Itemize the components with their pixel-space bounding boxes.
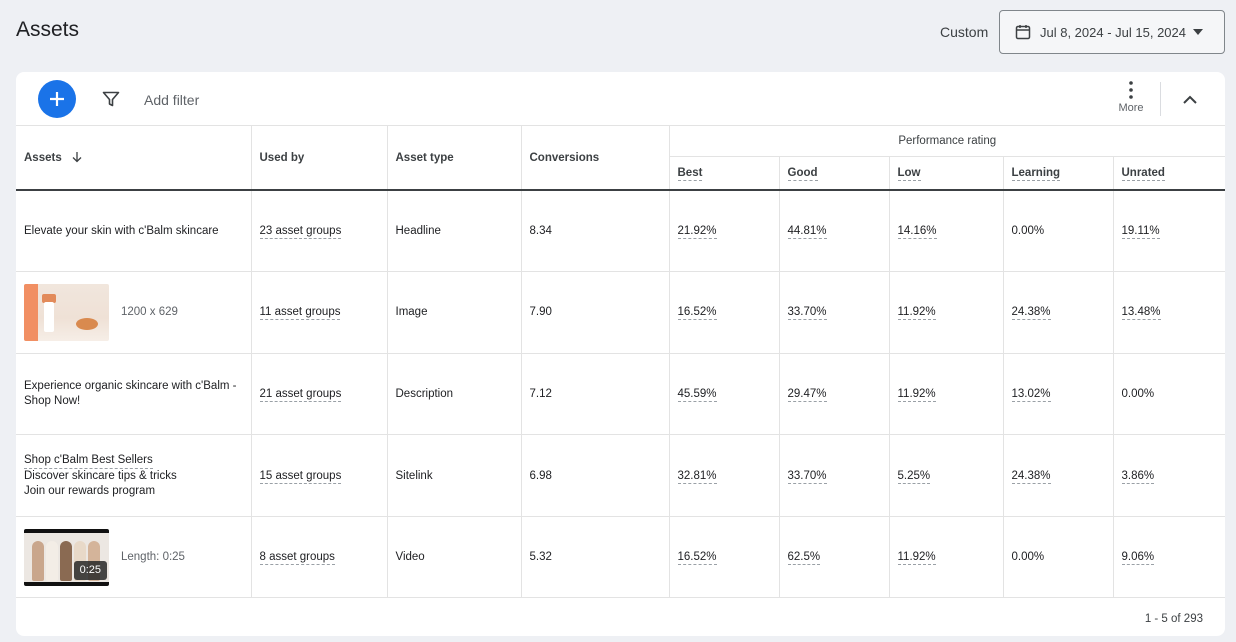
unrated-cell: 9.06%: [1113, 516, 1225, 599]
column-header-good[interactable]: Good: [779, 155, 890, 191]
asset-type-cell: Sitelink: [387, 434, 522, 517]
video-duration-badge: 0:25: [73, 560, 107, 580]
used-by-cell[interactable]: 23 asset groups: [251, 190, 388, 273]
asset-cell: Shop c'Balm Best Sellers Discover skinca…: [16, 434, 252, 517]
image-dimensions: 1200 x 629: [121, 305, 178, 318]
chevron-up-icon[interactable]: [1179, 89, 1201, 111]
good-cell: 62.5%: [779, 516, 890, 599]
unrated-cell: 13.48%: [1113, 271, 1225, 354]
asset-cell: Experience organic skincare with c'Balm …: [16, 353, 252, 436]
learning-cell: 0.00%: [1003, 190, 1114, 273]
arrow-down-icon: [72, 152, 82, 163]
best-cell: 16.52%: [669, 271, 780, 354]
conversions-cell: 7.12: [521, 353, 670, 436]
more-button[interactable]: More: [1113, 81, 1149, 121]
learning-cell: 13.02%: [1003, 353, 1114, 436]
asset-type-cell: Headline: [387, 190, 522, 273]
date-range-value: Jul 8, 2024 - Jul 15, 2024: [1040, 24, 1186, 40]
asset-cell: 1200 x 629: [16, 271, 252, 354]
more-vert-icon: [1129, 81, 1133, 99]
table-row[interactable]: Elevate your skin with c'Balm skincare 2…: [16, 190, 1225, 273]
date-range-label: Custom: [940, 24, 989, 40]
table-toolbar: Add filter More: [16, 72, 1225, 126]
table-row[interactable]: 0:25 Length: 0:25 8 asset groups Video 5…: [16, 516, 1225, 599]
good-cell: 44.81%: [779, 190, 890, 273]
add-filter-button[interactable]: Add filter: [144, 92, 199, 108]
column-header-best[interactable]: Best: [669, 155, 780, 191]
conversions-cell: 6.98: [521, 434, 670, 517]
date-range-picker[interactable]: Jul 8, 2024 - Jul 15, 2024: [999, 10, 1225, 54]
more-label: More: [1118, 102, 1144, 114]
sitelink-2: Discover skincare tips & tricks: [24, 469, 177, 482]
sitelink-1[interactable]: Shop c'Balm Best Sellers: [24, 453, 153, 469]
video-length: Length: 0:25: [121, 550, 185, 563]
add-asset-button[interactable]: [38, 80, 76, 118]
best-cell: 45.59%: [669, 353, 780, 436]
sitelink-3: Join our rewards program: [24, 484, 156, 497]
best-cell: 16.52%: [669, 516, 780, 599]
filter-icon[interactable]: [101, 89, 121, 109]
asset-cell: 0:25 Length: 0:25: [16, 516, 252, 599]
low-cell: 14.16%: [889, 190, 1004, 273]
plus-icon: [50, 92, 64, 106]
chevron-down-icon: [1193, 29, 1203, 35]
column-header-assets[interactable]: Assets: [16, 126, 252, 191]
low-cell: 11.92%: [889, 516, 1004, 599]
good-cell: 33.70%: [779, 434, 890, 517]
conversions-cell: 5.32: [521, 516, 670, 599]
used-by-cell[interactable]: 8 asset groups: [251, 516, 388, 599]
asset-type-cell: Image: [387, 271, 522, 354]
low-cell: 5.25%: [889, 434, 1004, 517]
learning-cell: 24.38%: [1003, 271, 1114, 354]
used-by-cell[interactable]: 21 asset groups: [251, 353, 388, 436]
learning-cell: 24.38%: [1003, 434, 1114, 517]
column-header-low[interactable]: Low: [889, 155, 1004, 191]
asset-cell: Elevate your skin with c'Balm skincare: [16, 190, 252, 273]
assets-card: Add filter More Assets Used by Asset typ…: [16, 72, 1225, 636]
best-cell: 21.92%: [669, 190, 780, 273]
asset-type-cell: Video: [387, 516, 522, 599]
low-cell: 11.92%: [889, 271, 1004, 354]
good-cell: 29.47%: [779, 353, 890, 436]
toolbar-divider: [1160, 82, 1161, 116]
used-by-cell[interactable]: 15 asset groups: [251, 434, 388, 517]
pagination-info: 1 - 5 of 293: [1144, 613, 1203, 625]
best-cell: 32.81%: [669, 434, 780, 517]
conversions-cell: 7.90: [521, 271, 670, 354]
assets-table: Assets Used by Asset type Conversions Pe…: [16, 126, 1225, 599]
column-header-learning[interactable]: Learning: [1003, 155, 1114, 191]
video-thumbnail[interactable]: 0:25: [24, 528, 109, 586]
conversions-cell: 8.34: [521, 190, 670, 273]
low-cell: 11.92%: [889, 353, 1004, 436]
good-cell: 33.70%: [779, 271, 890, 354]
unrated-cell: 19.11%: [1113, 190, 1225, 273]
column-group-performance-rating: Performance rating: [898, 134, 997, 147]
learning-cell: 0.00%: [1003, 516, 1114, 599]
asset-type-cell: Description: [387, 353, 522, 436]
column-header-conversions[interactable]: Conversions: [521, 126, 670, 191]
unrated-cell: 0.00%: [1113, 353, 1225, 436]
table-row[interactable]: Shop c'Balm Best Sellers Discover skinca…: [16, 434, 1225, 517]
calendar-icon: [1015, 25, 1031, 40]
table-row[interactable]: Experience organic skincare with c'Balm …: [16, 353, 1225, 436]
image-thumbnail[interactable]: [24, 283, 109, 341]
column-header-unrated[interactable]: Unrated: [1113, 155, 1225, 191]
unrated-cell: 3.86%: [1113, 434, 1225, 517]
page-title: Assets: [16, 18, 80, 41]
column-header-used-by[interactable]: Used by: [251, 126, 388, 191]
used-by-cell[interactable]: 11 asset groups: [251, 271, 388, 354]
table-row[interactable]: 1200 x 629 11 asset groups Image 7.90 16…: [16, 271, 1225, 354]
column-header-asset-type[interactable]: Asset type: [387, 126, 522, 191]
